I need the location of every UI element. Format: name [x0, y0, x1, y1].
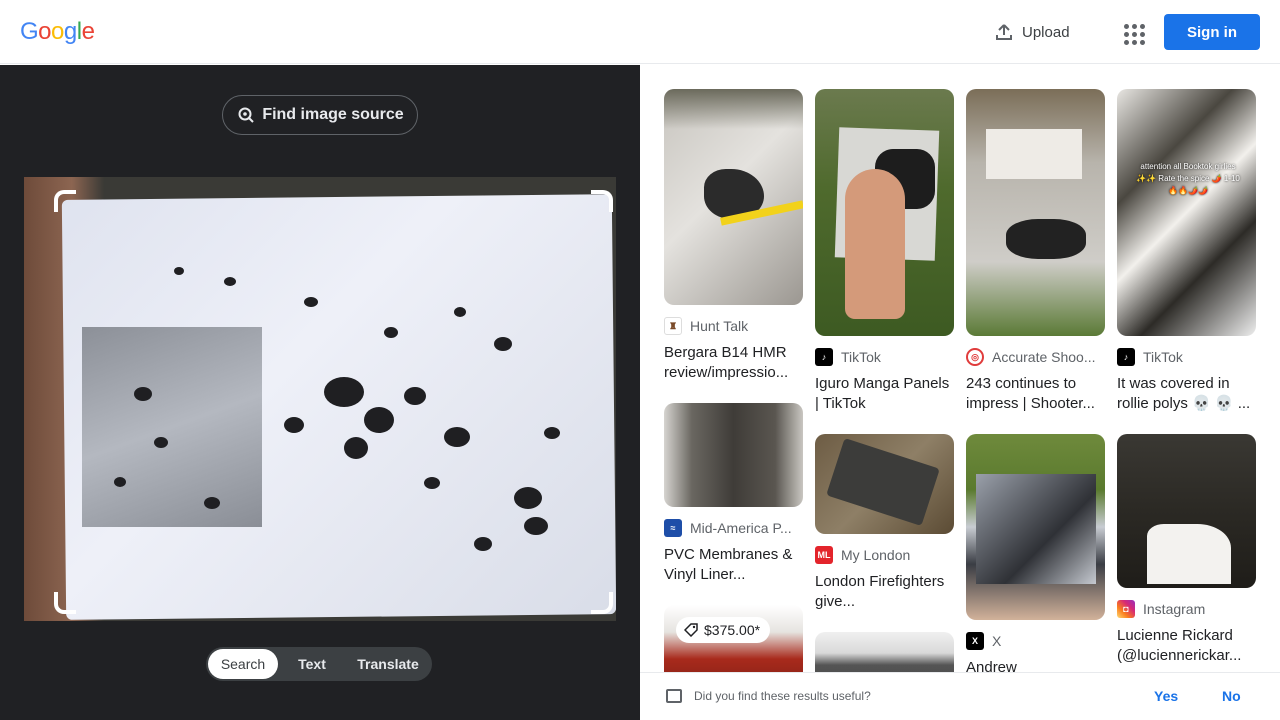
result-thumbnail[interactable]: attention all Booktok girlies ✨✨ Rate th…	[1117, 89, 1256, 336]
result-card[interactable]: ML My London London Firefighters give...	[815, 434, 954, 612]
find-source-label: Find image source	[262, 106, 404, 123]
source-name: Mid-America P...	[690, 520, 792, 536]
result-card[interactable]: ≈ Mid-America P... PVC Membranes & Vinyl…	[664, 403, 803, 585]
video-caption-overlay: attention all Booktok girlies ✨✨ Rate th…	[1136, 162, 1240, 195]
tiktok-favicon: ♪	[815, 348, 833, 366]
result-thumbnail[interactable]	[664, 403, 803, 507]
mid-america-favicon: ≈	[664, 519, 682, 537]
visual-matches-panel: ♜ Hunt Talk Bergara B14 HMR review/impre…	[640, 65, 1280, 672]
result-card[interactable]: ◎ Accurate Shoo... 243 continues to impr…	[966, 89, 1105, 414]
tab-text[interactable]: Text	[278, 649, 346, 679]
crop-corner-handle[interactable]	[54, 190, 76, 212]
logo-letter: G	[20, 18, 39, 45]
hunt-talk-favicon: ♜	[664, 317, 682, 335]
source-name: Instagram	[1143, 601, 1206, 617]
result-title[interactable]: 243 continues to impress | Shooter...	[966, 374, 1105, 414]
result-source: X X	[966, 632, 1105, 650]
tab-search[interactable]: Search	[208, 649, 278, 679]
price-badge: $375.00*	[676, 617, 771, 643]
result-thumbnail[interactable]	[664, 89, 803, 305]
logo-letter: e	[81, 18, 95, 45]
lens-search-icon	[238, 107, 255, 123]
source-name: X	[992, 633, 1002, 649]
result-thumbnail[interactable]	[815, 632, 954, 672]
result-title[interactable]: It was covered in rollie polys 💀 💀 ...	[1117, 374, 1256, 414]
result-title[interactable]: Iguro Manga Panels | TikTok	[815, 374, 954, 414]
x-favicon: X	[966, 632, 984, 650]
upload-icon	[996, 24, 1012, 40]
crop-corner-handle[interactable]	[591, 592, 613, 614]
results-column: ♜ Hunt Talk Bergara B14 HMR review/impre…	[664, 89, 803, 672]
result-source: ML My London	[815, 546, 954, 564]
feedback-bar: Did you find these results useful? Yes N…	[640, 672, 1280, 720]
google-logo[interactable]: Google	[20, 18, 95, 46]
sign-in-button[interactable]: Sign in	[1164, 14, 1260, 50]
results-column: attention all Booktok girlies ✨✨ Rate th…	[1117, 89, 1256, 672]
upload-label: Upload	[1022, 23, 1070, 41]
result-source: ◘ Instagram	[1117, 600, 1256, 618]
result-card[interactable]: X X Andrew	[966, 434, 1105, 672]
result-card[interactable]: attention all Booktok girlies ✨✨ Rate th…	[1117, 89, 1256, 414]
instagram-favicon: ◘	[1117, 600, 1135, 618]
result-thumbnail[interactable]	[815, 89, 954, 336]
feedback-icon	[666, 689, 682, 703]
price-value: $375.00*	[704, 622, 761, 638]
result-title[interactable]: Lucienne Rickard (@luciennerickar...	[1117, 626, 1256, 666]
source-name: Accurate Shoo...	[992, 349, 1096, 365]
logo-letter: o	[51, 18, 64, 45]
logo-letter: o	[38, 18, 52, 45]
result-thumbnail[interactable]	[966, 89, 1105, 336]
accurate-shooter-favicon: ◎	[966, 348, 984, 366]
result-card[interactable]: ◘ Instagram Lucienne Rickard (@lucienner…	[1117, 434, 1256, 666]
my-london-favicon: ML	[815, 546, 833, 564]
price-tag-icon	[684, 623, 698, 637]
source-name: TikTok	[1143, 349, 1183, 365]
mode-tabs: Search Text Translate	[206, 647, 432, 681]
feedback-no-button[interactable]: No	[1222, 688, 1241, 704]
logo-letter: g	[63, 18, 77, 45]
result-thumbnail[interactable]	[966, 434, 1105, 620]
find-image-source-button[interactable]: Find image source	[222, 95, 418, 135]
result-source: ◎ Accurate Shoo...	[966, 348, 1105, 366]
result-source: ♪ TikTok	[1117, 348, 1256, 366]
crop-corner-handle[interactable]	[591, 190, 613, 212]
source-name: My London	[841, 547, 911, 563]
results-column: ♪ TikTok Iguro Manga Panels | TikTok ML …	[815, 89, 954, 672]
result-thumbnail[interactable]	[815, 434, 954, 534]
result-title[interactable]: Bergara B14 HMR review/impressio...	[664, 343, 803, 383]
result-thumbnail[interactable]	[1117, 434, 1256, 588]
apps-grid-icon[interactable]	[1116, 16, 1148, 48]
results-column: ◎ Accurate Shoo... 243 continues to impr…	[966, 89, 1105, 672]
result-card[interactable]	[815, 632, 954, 672]
result-title[interactable]: Andrew	[966, 658, 1105, 672]
result-card[interactable]: ♜ Hunt Talk Bergara B14 HMR review/impre…	[664, 89, 803, 383]
result-source: ≈ Mid-America P...	[664, 519, 803, 537]
source-name: Hunt Talk	[690, 318, 749, 334]
source-name: TikTok	[841, 349, 881, 365]
upload-button[interactable]: Upload	[988, 16, 1076, 48]
tab-translate[interactable]: Translate	[346, 649, 430, 679]
query-image-panel: Find image source Search Text Translate	[0, 65, 640, 720]
feedback-question: Did you find these results useful?	[694, 689, 871, 703]
result-card[interactable]: ♪ TikTok Iguro Manga Panels | TikTok	[815, 89, 954, 414]
result-card[interactable]: $375.00*	[664, 605, 803, 672]
result-source: ♜ Hunt Talk	[664, 317, 803, 335]
result-source: ♪ TikTok	[815, 348, 954, 366]
feedback-yes-button[interactable]: Yes	[1154, 688, 1178, 704]
top-header: Google Upload Sign in	[0, 0, 1280, 64]
tiktok-favicon: ♪	[1117, 348, 1135, 366]
result-thumbnail[interactable]: $375.00*	[664, 605, 803, 672]
result-title[interactable]: PVC Membranes & Vinyl Liner...	[664, 545, 803, 585]
crop-corner-handle[interactable]	[54, 592, 76, 614]
result-title[interactable]: London Firefighters give...	[815, 572, 954, 612]
query-image[interactable]	[24, 177, 616, 621]
